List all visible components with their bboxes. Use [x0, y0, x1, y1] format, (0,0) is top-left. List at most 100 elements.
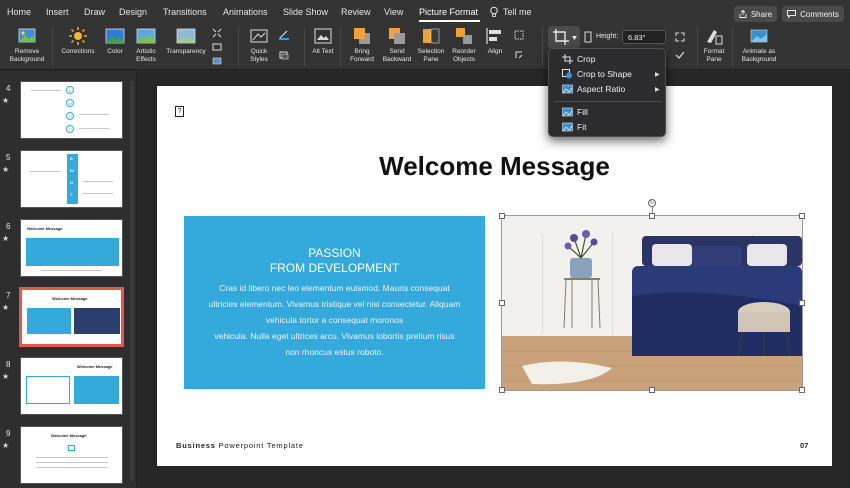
bring-forward-icon — [354, 28, 370, 44]
thumbnail-title: Welcome Message — [77, 364, 113, 369]
tab-animations[interactable]: Animations — [223, 7, 268, 17]
height-input[interactable]: 6.83" — [622, 30, 666, 44]
group-icon[interactable] — [514, 30, 524, 40]
tab-review[interactable]: Review — [341, 7, 371, 17]
share-button[interactable]: Share — [734, 6, 777, 22]
text-box[interactable]: PASSION FROM DEVELOPMENT Cras id libero … — [184, 216, 485, 389]
format-pane-button[interactable]: Format Pane — [700, 26, 728, 64]
corrections-label: Corrections — [61, 48, 95, 55]
star-icon: ★ — [2, 441, 10, 450]
slide-thumbnail-8[interactable]: Welcome Message — [20, 357, 123, 415]
resize-handle-right[interactable] — [799, 300, 805, 306]
resize-handle-bottom-right[interactable] — [799, 387, 805, 393]
artistic-effects-button[interactable]: Artistic Effects — [132, 26, 160, 64]
slide-thumbnail-5[interactable]: S W O T — [20, 150, 123, 208]
tab-transitions[interactable]: Transitions — [163, 7, 207, 17]
resize-handle-bottom[interactable] — [649, 387, 655, 393]
text-line — [41, 270, 101, 271]
swot-letter: W — [70, 168, 74, 173]
menu-item-aspect-ratio[interactable]: Aspect Ratio ▶ — [549, 82, 667, 96]
alt-text-button[interactable]: Alt Text — [310, 26, 336, 56]
resize-handle-top-right[interactable] — [799, 213, 805, 219]
resize-handle-left[interactable] — [499, 300, 505, 306]
swot-letter: O — [70, 180, 74, 185]
corrections-button[interactable]: Corrections — [56, 26, 100, 56]
menu-item-crop[interactable]: Crop — [549, 52, 667, 66]
reset-picture-icon[interactable] — [212, 56, 222, 66]
crop-button[interactable] — [548, 26, 580, 48]
ribbon-tab-bar: Home Insert Draw Design Transitions Anim… — [0, 0, 850, 24]
tab-picture-format[interactable]: Picture Format — [419, 7, 478, 17]
swot-circle: S — [66, 86, 74, 94]
quick-styles-button[interactable]: Quick Styles — [244, 26, 274, 64]
resize-handle-top-left[interactable] — [499, 213, 505, 219]
thumbnail-photo — [74, 308, 120, 334]
bring-forward-label: Bring Forward — [350, 48, 374, 63]
fill-icon — [562, 107, 573, 117]
tab-insert[interactable]: Insert — [46, 7, 69, 17]
footer-text: Powerpoint Template — [215, 441, 304, 450]
slide-thumbnail-4[interactable]: S W O T — [20, 81, 123, 139]
rotate-icon[interactable] — [514, 50, 524, 60]
text-line — [79, 128, 109, 129]
star-icon: ★ — [2, 372, 10, 381]
thumbnail-icon — [68, 445, 75, 451]
tab-view[interactable]: View — [384, 7, 403, 17]
slide-footer: Business Powerpoint Template — [176, 441, 304, 450]
menu-item-fill[interactable]: Fill — [549, 105, 667, 119]
slide-thumbnail-9[interactable]: Welcome Message — [20, 426, 123, 484]
tab-slide-show[interactable]: Slide Show — [283, 7, 328, 17]
color-button[interactable]: Color — [101, 26, 129, 56]
comments-button[interactable]: Comments — [782, 6, 844, 22]
animate-as-background-label: Animate as Background — [741, 48, 777, 63]
remove-background-button[interactable]: Remove Background — [6, 26, 48, 64]
body-line: vehicula. Nulla eget ultrices arcu. Viva… — [214, 331, 455, 341]
picture-effects-icon[interactable] — [279, 50, 289, 60]
transparency-button[interactable]: Transparency — [163, 26, 209, 56]
menu-item-fit[interactable]: Fit — [549, 120, 667, 134]
animate-background-icon — [750, 29, 768, 43]
slide-number: 8 — [6, 360, 11, 369]
send-backward-button[interactable]: Send Backward — [380, 26, 414, 64]
heading-line-1: PASSION — [308, 246, 361, 260]
tell-me-search[interactable]: Tell me — [503, 7, 532, 17]
artistic-effects-label: Artistic Effects — [136, 48, 156, 63]
resize-handle-top[interactable] — [649, 213, 655, 219]
slide-title[interactable]: Welcome Message — [157, 151, 832, 182]
rotate-handle[interactable]: ↻ — [648, 199, 656, 207]
body-line: vehicula tortor a consequat moronos — [265, 315, 404, 325]
checkmark-icon[interactable] — [675, 50, 685, 60]
picture-selection-frame — [501, 215, 803, 391]
star-icon: ★ — [2, 303, 10, 312]
text-line — [36, 457, 108, 458]
selection-pane-button[interactable]: Selection Pane — [414, 26, 448, 64]
slide-canvas[interactable]: ? Welcome Message PASSION FROM DEVELOPME… — [157, 86, 832, 466]
picture-border-icon[interactable] — [279, 30, 289, 40]
resize-handle-bottom-left[interactable] — [499, 387, 505, 393]
send-backward-label: Send Backward — [382, 48, 412, 63]
ribbon-divider — [542, 28, 543, 66]
slide-thumbnail-7[interactable]: Welcome Message — [20, 288, 123, 346]
swot-bar — [67, 154, 78, 204]
star-icon: ★ — [2, 96, 10, 105]
tab-draw[interactable]: Draw — [84, 7, 105, 17]
menu-item-crop-to-shape[interactable]: Crop to Shape ▶ — [549, 67, 667, 81]
heading-line-2: FROM DEVELOPMENT — [269, 261, 400, 275]
bring-forward-button[interactable]: Bring Forward — [346, 26, 378, 64]
size-expand-icon[interactable] — [675, 32, 685, 42]
align-button[interactable]: Align — [482, 26, 508, 56]
text-line — [31, 90, 61, 91]
align-label: Align — [487, 48, 503, 55]
body-line: Cras id libero nec leo elementum euismod… — [219, 283, 450, 293]
quick-styles-label: Quick Styles — [250, 48, 268, 63]
slide-thumbnail-6[interactable]: Welcome Message — [20, 219, 123, 277]
text-line — [83, 181, 113, 182]
thumbnail-blue-box — [26, 238, 119, 266]
reorder-objects-button[interactable]: Reorder Objects — [448, 26, 480, 64]
tab-home[interactable]: Home — [7, 7, 31, 17]
tab-design[interactable]: Design — [119, 7, 147, 17]
animate-as-background-button[interactable]: Animate as Background — [736, 26, 782, 64]
change-picture-icon[interactable] — [212, 42, 222, 52]
thumbnail-scrollbar[interactable] — [130, 81, 134, 481]
compress-pictures-icon[interactable] — [212, 28, 222, 38]
